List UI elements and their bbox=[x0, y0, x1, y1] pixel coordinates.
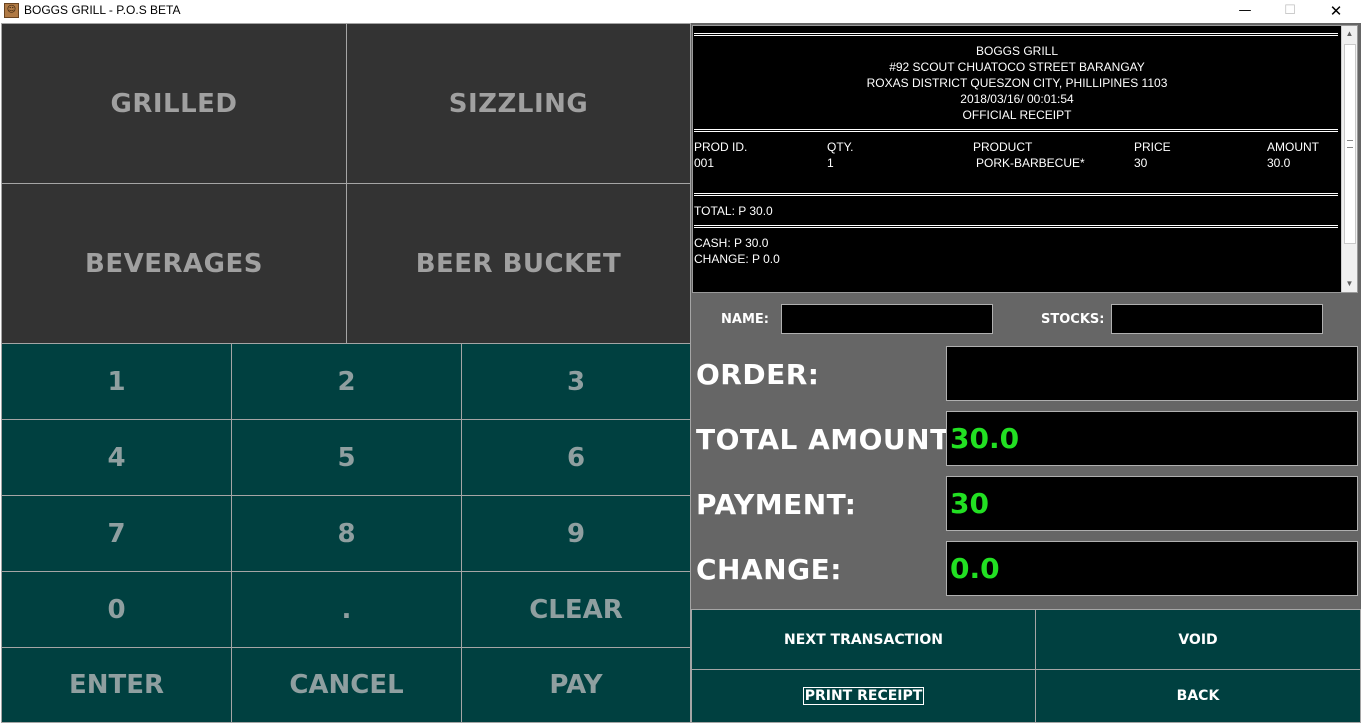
key-6-button[interactable]: 6 bbox=[461, 419, 691, 496]
receipt-row-price: 30 bbox=[1134, 156, 1148, 170]
scroll-up-icon[interactable]: ▲ bbox=[1342, 26, 1357, 42]
receipt-col-amount: AMOUNT bbox=[1267, 140, 1319, 154]
order-field[interactable] bbox=[946, 346, 1358, 401]
cancel-button[interactable]: CANCEL bbox=[231, 647, 462, 723]
key-0-button[interactable]: 0 bbox=[1, 571, 232, 648]
receipt-scrollbar[interactable]: ▲ ▼ bbox=[1341, 26, 1357, 292]
void-button[interactable]: VOID bbox=[1035, 609, 1361, 670]
payment-field[interactable]: 30 bbox=[946, 476, 1358, 531]
next-transaction-button[interactable]: NEXT TRANSACTION bbox=[691, 609, 1036, 670]
total-amount-field[interactable]: 30.0 bbox=[946, 411, 1358, 466]
order-label: ORDER: bbox=[696, 358, 820, 391]
receipt-change: CHANGE: P 0.0 bbox=[694, 252, 780, 266]
receipt-row-amount: 30.0 bbox=[1267, 156, 1291, 170]
receipt-total: TOTAL: P 30.0 bbox=[694, 204, 773, 218]
print-receipt-label: PRINT RECEIPT bbox=[802, 687, 925, 705]
category-beverages-button[interactable]: BEVERAGES bbox=[1, 183, 347, 344]
left-pane: GRILLED SIZZLING BEVERAGES BEER BUCKET 1… bbox=[1, 23, 691, 723]
receipt-separator bbox=[694, 225, 1338, 228]
receipt-datetime: 2018/03/16/ 00:01:54 bbox=[960, 92, 1074, 106]
title-bar: ☺ BOGGS GRILL - P.O.S BETA — ☐ ✕ bbox=[0, 0, 1363, 22]
key-9-button[interactable]: 9 bbox=[461, 495, 691, 572]
clear-button[interactable]: CLEAR bbox=[461, 571, 691, 648]
payment-label: PAYMENT: bbox=[696, 488, 857, 521]
change-field[interactable]: 0.0 bbox=[946, 541, 1358, 596]
key-2-button[interactable]: 2 bbox=[231, 343, 462, 420]
name-label: NAME: bbox=[721, 312, 769, 327]
pay-button[interactable]: PAY bbox=[461, 647, 691, 723]
scrollbar-thumb[interactable] bbox=[1344, 44, 1356, 244]
receipt-separator bbox=[694, 193, 1338, 196]
print-receipt-button[interactable]: PRINT RECEIPT bbox=[691, 669, 1036, 723]
receipt-address-line2: ROXAS DISTRICT QUESZON CITY, PHILLIPINES… bbox=[866, 76, 1168, 90]
window-title: BOGGS GRILL - P.O.S BETA bbox=[24, 3, 181, 17]
total-amount-label: TOTAL AMOUNT: bbox=[696, 423, 960, 456]
category-sizzling-button[interactable]: SIZZLING bbox=[346, 23, 691, 184]
change-label: CHANGE: bbox=[696, 553, 842, 586]
receipt-store-name: BOGGS GRILL bbox=[975, 44, 1059, 58]
enter-button[interactable]: ENTER bbox=[1, 647, 232, 723]
grip-icon bbox=[1347, 140, 1353, 148]
maximize-button[interactable]: ☐ bbox=[1267, 0, 1313, 22]
key-1-button[interactable]: 1 bbox=[1, 343, 232, 420]
name-field[interactable] bbox=[781, 304, 993, 334]
receipt-panel[interactable]: BOGGS GRILL #92 SCOUT CHUATOCO STREET BA… bbox=[692, 25, 1358, 293]
pos-window: ☺ BOGGS GRILL - P.O.S BETA — ☐ ✕ GRILLED… bbox=[0, 0, 1363, 726]
app-icon: ☺ bbox=[4, 3, 19, 18]
stocks-field[interactable] bbox=[1111, 304, 1323, 334]
key-8-button[interactable]: 8 bbox=[231, 495, 462, 572]
key-5-button[interactable]: 5 bbox=[231, 419, 462, 496]
key-7-button[interactable]: 7 bbox=[1, 495, 232, 572]
receipt-row-qty: 1 bbox=[827, 156, 834, 170]
minimize-button[interactable]: — bbox=[1222, 0, 1268, 22]
receipt-col-qty: QTY. bbox=[827, 140, 854, 154]
key-3-button[interactable]: 3 bbox=[461, 343, 691, 420]
receipt-col-product: PRODUCT bbox=[973, 140, 1033, 154]
close-button[interactable]: ✕ bbox=[1313, 0, 1359, 22]
category-grilled-button[interactable]: GRILLED bbox=[1, 23, 347, 184]
right-pane: BOGGS GRILL #92 SCOUT CHUATOCO STREET BA… bbox=[691, 23, 1361, 723]
receipt-separator bbox=[694, 33, 1338, 36]
stocks-label: STOCKS: bbox=[1041, 312, 1105, 327]
key-4-button[interactable]: 4 bbox=[1, 419, 232, 496]
receipt-row-prod-id: 001 bbox=[694, 156, 715, 170]
receipt-col-prod-id: PROD ID. bbox=[694, 140, 748, 154]
scroll-down-icon[interactable]: ▼ bbox=[1342, 276, 1357, 292]
receipt-separator bbox=[694, 129, 1338, 132]
category-beer-bucket-button[interactable]: BEER BUCKET bbox=[346, 183, 691, 344]
back-button[interactable]: BACK bbox=[1035, 669, 1361, 723]
receipt-doc-type: OFFICIAL RECEIPT bbox=[962, 108, 1072, 122]
receipt-row-product: PORK-BARBECUE* bbox=[976, 156, 1085, 170]
receipt-cash: CASH: P 30.0 bbox=[694, 236, 769, 250]
receipt-address-line1: #92 SCOUT CHUATOCO STREET BARANGAY bbox=[889, 60, 1145, 74]
receipt-col-price: PRICE bbox=[1134, 140, 1171, 154]
key-decimal-button[interactable]: . bbox=[231, 571, 462, 648]
